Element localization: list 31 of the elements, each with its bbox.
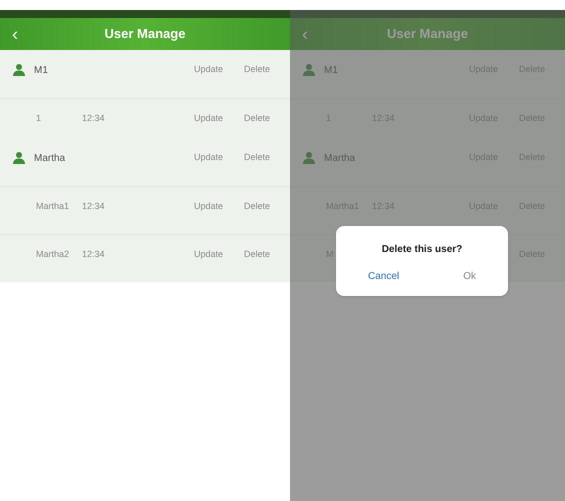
user-icon [302,151,316,165]
record-time: 12:34 [82,112,105,123]
delete-link[interactable]: Delete [244,63,278,77]
user-name: M1 [34,64,49,78]
cancel-button[interactable]: Cancel [356,269,412,284]
screen-title: User Manage [386,25,469,44]
update-link[interactable]: Update [194,63,244,77]
user-name: M1 [324,64,339,78]
user-name: Martha [324,152,356,166]
record-time: 12:34 [82,200,105,211]
user-icon [302,63,316,77]
update-link[interactable]: Update [194,112,244,126]
screen-title: User Manage [104,25,186,44]
user-icon [12,63,26,77]
update-link[interactable]: Update [194,248,244,262]
back-button[interactable]: ‹ [302,20,326,48]
record-time: 12:34 [82,248,105,259]
back-button[interactable]: ‹ [12,20,36,48]
update-link[interactable]: Update [194,151,244,165]
record-name: 1 [35,112,42,125]
record-name: Martha1 [35,200,70,213]
dialog-message: Delete this user? [380,243,464,257]
delete-link[interactable]: Delete [244,200,278,214]
delete-link[interactable]: Delete [244,112,278,126]
delete-link[interactable]: Delete [244,151,278,165]
delete-link[interactable]: Delete [244,248,278,262]
user-icon [12,151,26,165]
record-name: Martha2 [35,248,70,261]
ok-button[interactable]: Ok [451,269,488,284]
update-link[interactable]: Update [194,200,244,214]
user-name: Martha [34,152,66,166]
